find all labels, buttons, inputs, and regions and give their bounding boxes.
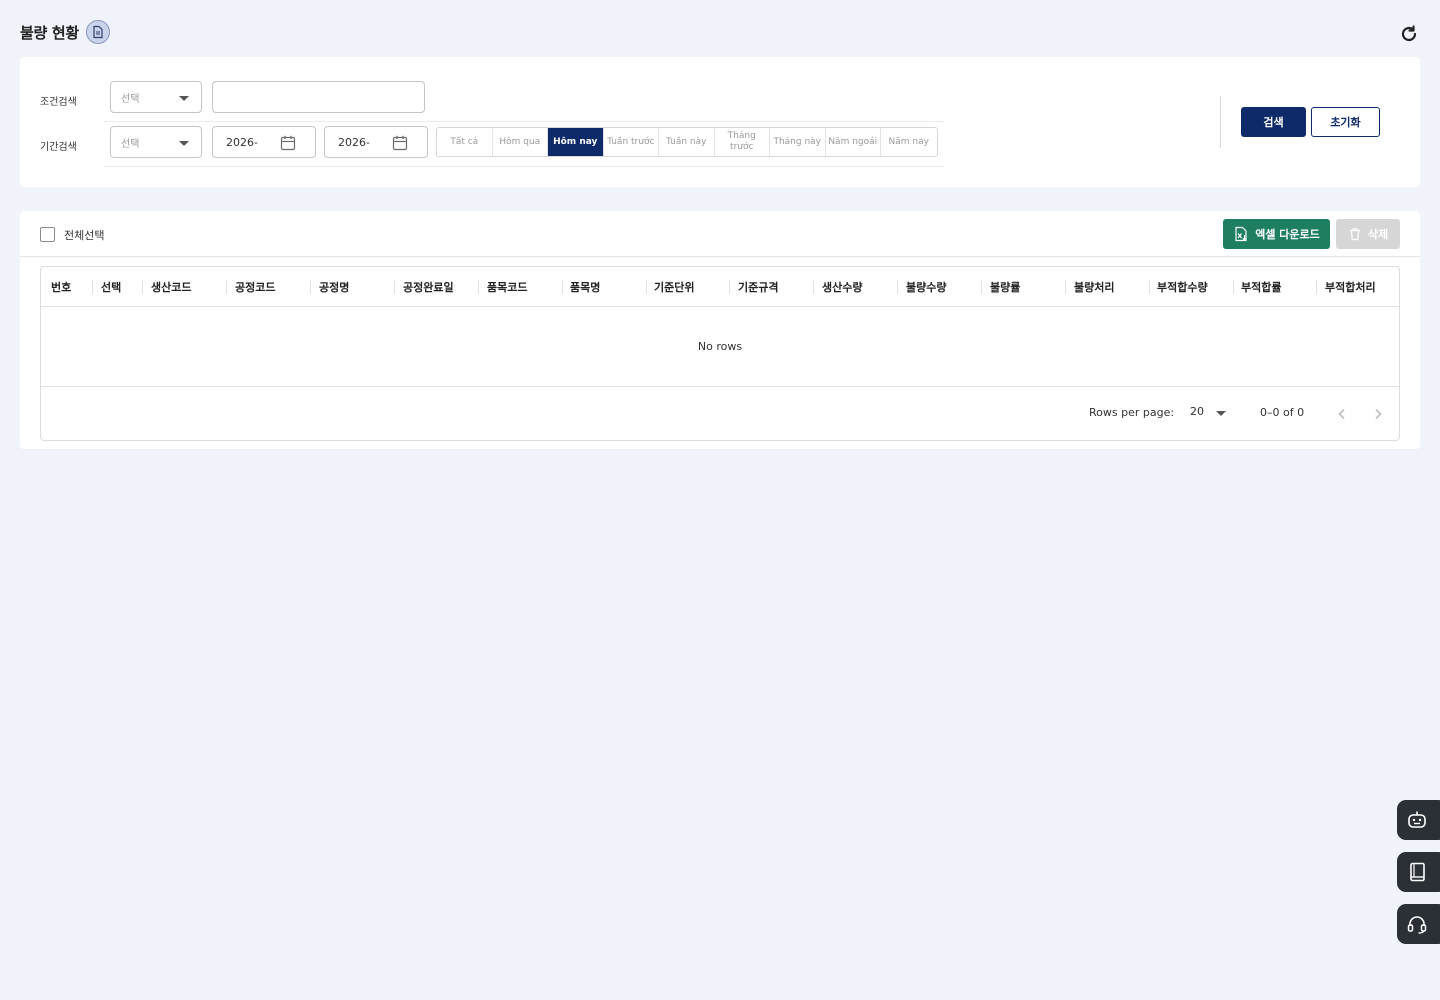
excel-download-label: 엑셀 다운로드 (1255, 228, 1320, 241)
delete-label: 삭제 (1367, 228, 1389, 241)
period-today[interactable]: Hôm nay (548, 128, 604, 156)
column-header-item-name[interactable]: 품목명 (560, 267, 644, 307)
refresh-icon[interactable] (1398, 23, 1420, 45)
headset-support-icon (1407, 916, 1427, 934)
divider (104, 166, 944, 167)
period-last-month[interactable]: Tháng trước (715, 128, 770, 156)
period-last-week[interactable]: Tuần trước (604, 128, 659, 156)
rows-per-page-value: 20 (1190, 405, 1204, 418)
period-select-placeholder: 선택 (121, 139, 140, 150)
chatbot-button[interactable] (1397, 800, 1440, 840)
column-header-defect-qty[interactable]: 불량수량 (896, 267, 980, 307)
page-range-text: 0–0 of 0 (1260, 406, 1305, 419)
column-header-defect-handling[interactable]: 불량처리 (1064, 267, 1148, 307)
period-search-label: 기간검색 (40, 142, 77, 153)
previous-page-button[interactable] (1330, 402, 1354, 426)
select-all-label: 전체선택 (64, 229, 105, 242)
column-header-process-code[interactable]: 공정코드 (225, 267, 309, 307)
table-header: 번호 선택 생산코드 공정코드 공정명 공정완료일 품목코드 품목명 기준단위 … (41, 267, 1399, 307)
search-panel: 조건검색 선택 기간검색 선택 2026- 2026- Tất cả Hôm q… (20, 57, 1420, 187)
chevron-down-icon (179, 96, 189, 101)
document-icon[interactable] (86, 20, 110, 44)
chevron-down-icon (1216, 411, 1226, 416)
empty-state-text: No rows (41, 307, 1399, 387)
condition-select-placeholder: 선택 (121, 94, 140, 105)
keyword-input[interactable] (212, 81, 425, 113)
column-header-item-code[interactable]: 품목코드 (477, 267, 561, 307)
date-to-value: 2026- (338, 136, 370, 149)
column-header-base-spec[interactable]: 기준규격 (728, 267, 812, 307)
vertical-divider (1220, 96, 1221, 148)
chevron-right-icon (1375, 408, 1382, 420)
reset-button[interactable]: 초기화 (1311, 107, 1380, 137)
period-this-year[interactable]: Năm nay (881, 128, 937, 156)
page-header: 불량 현황 (20, 18, 1420, 48)
chatbot-icon (1408, 811, 1426, 828)
chevron-down-icon (179, 141, 189, 146)
column-header-production-qty[interactable]: 생산수량 (812, 267, 896, 307)
next-page-button[interactable] (1366, 402, 1390, 426)
divider (104, 121, 944, 122)
rows-per-page-label: Rows per page: (1089, 406, 1175, 419)
select-all-checkbox[interactable] (40, 227, 55, 242)
period-quick-filter: Tất cả Hôm qua Hôm nay Tuần trước Tuần n… (436, 127, 938, 157)
excel-download-button[interactable]: 엑셀 다운로드 (1223, 219, 1330, 249)
table-pagination: Rows per page: 20 0–0 of 0 (41, 388, 1399, 440)
column-header-defect-rate[interactable]: 불량률 (980, 267, 1064, 307)
trash-icon (1349, 228, 1360, 241)
column-header-no[interactable]: 번호 (41, 267, 92, 307)
column-header-nonconform-rate[interactable]: 부적합률 (1231, 267, 1315, 307)
period-this-month[interactable]: Tháng này (770, 128, 826, 156)
chevron-left-icon (1338, 408, 1345, 420)
date-to-picker[interactable]: 2026- (324, 126, 428, 158)
period-yesterday[interactable]: Hôm qua (493, 128, 548, 156)
excel-file-icon (1235, 226, 1247, 242)
manual-book-icon (1410, 862, 1425, 882)
manual-button[interactable] (1397, 852, 1440, 892)
period-all[interactable]: Tất cả (437, 128, 493, 156)
search-button[interactable]: 검색 (1241, 107, 1306, 137)
date-from-picker[interactable]: 2026- (212, 126, 316, 158)
rows-per-page-select[interactable]: 20 (1190, 405, 1226, 423)
column-header-nonconform-qty[interactable]: 부적합수량 (1147, 267, 1231, 307)
period-select[interactable]: 선택 (110, 126, 202, 158)
defect-grid-panel: 전체선택 엑셀 다운로드 삭제 번호 선택 생산코드 공정코드 공정명 공정완료… (20, 211, 1420, 449)
column-header-select[interactable]: 선택 (91, 267, 142, 307)
column-header-process-name[interactable]: 공정명 (309, 267, 393, 307)
period-last-year[interactable]: Năm ngoái (826, 128, 881, 156)
date-from-value: 2026- (226, 136, 258, 149)
grid-toolbar: 전체선택 엑셀 다운로드 삭제 (20, 211, 1420, 257)
column-header-production-code[interactable]: 생산코드 (141, 267, 225, 307)
column-header-base-unit[interactable]: 기준단위 (644, 267, 728, 307)
calendar-icon[interactable] (279, 134, 297, 152)
condition-search-label: 조건검색 (40, 97, 77, 108)
support-button[interactable] (1397, 904, 1440, 944)
delete-button[interactable]: 삭제 (1336, 219, 1400, 249)
period-this-week[interactable]: Tuần này (659, 128, 715, 156)
condition-select[interactable]: 선택 (110, 81, 202, 113)
column-header-process-done-date[interactable]: 공정완료일 (393, 267, 477, 307)
page-title: 불량 현황 (20, 24, 79, 42)
calendar-icon[interactable] (391, 134, 409, 152)
column-header-nonconform-handling[interactable]: 부적합처리 (1315, 267, 1399, 307)
defect-table: 번호 선택 생산코드 공정코드 공정명 공정완료일 품목코드 품목명 기준단위 … (40, 266, 1400, 441)
